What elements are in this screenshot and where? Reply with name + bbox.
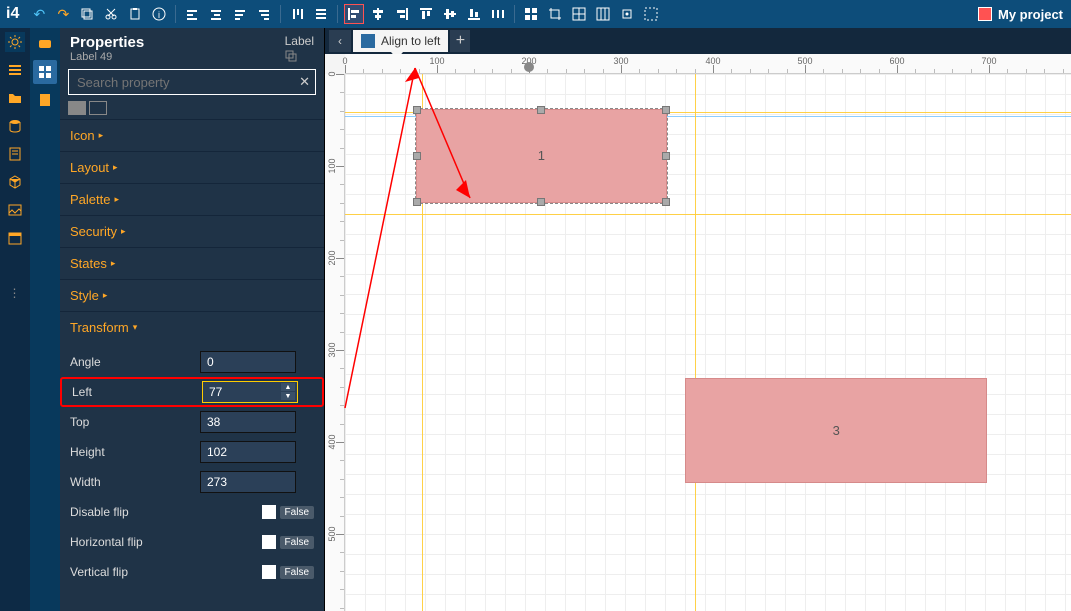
- search-clear-icon[interactable]: ✕: [299, 74, 310, 90]
- rail1-cube-icon[interactable]: [5, 172, 25, 192]
- disableflip-toggle[interactable]: False: [262, 505, 314, 519]
- vflip-label: Vertical flip: [70, 565, 200, 579]
- width-input[interactable]: [200, 471, 296, 493]
- rail1-more-icon[interactable]: ⋮: [9, 286, 22, 300]
- shape-label-1[interactable]: 1: [416, 109, 667, 203]
- align-top-button[interactable]: [416, 4, 436, 24]
- left-spin-up[interactable]: ▲: [281, 383, 295, 391]
- section-style[interactable]: Style▸: [60, 279, 324, 311]
- align-right-button[interactable]: [392, 4, 412, 24]
- project-badge[interactable]: My project: [978, 7, 1063, 22]
- copy-small-icon[interactable]: [285, 50, 297, 62]
- undo-button[interactable]: ↶: [29, 4, 49, 24]
- rail1-db-icon[interactable]: [5, 116, 25, 136]
- rail1-folder-icon[interactable]: [5, 88, 25, 108]
- section-transform[interactable]: Transform▾: [60, 311, 324, 343]
- angle-input[interactable]: [200, 351, 296, 373]
- top-input[interactable]: [200, 411, 296, 433]
- shape-3-text: 3: [833, 423, 840, 438]
- rail1-image-icon[interactable]: [5, 200, 25, 220]
- hflip-label: Horizontal flip: [70, 535, 200, 549]
- tooltip-align-left: Align to left: [353, 30, 448, 52]
- snap-icon[interactable]: [617, 4, 637, 24]
- resize-handle[interactable]: [662, 198, 670, 206]
- left-spin-down[interactable]: ▼: [281, 392, 295, 400]
- section-layout[interactable]: Layout▸: [60, 151, 324, 183]
- grid3-icon[interactable]: [593, 4, 613, 24]
- section-states[interactable]: States▸: [60, 247, 324, 279]
- align-bottom-button[interactable]: [464, 4, 484, 24]
- ruler-vertical: 0100200300400500: [325, 74, 345, 611]
- top-label: Top: [70, 415, 200, 429]
- tab-page-icon: [361, 34, 375, 48]
- arrange-3-icon[interactable]: [230, 4, 250, 24]
- panel-title: Properties: [70, 34, 144, 51]
- align-center-v-button[interactable]: [440, 4, 460, 24]
- section-icon[interactable]: Icon▸: [60, 119, 324, 151]
- valign-2-icon[interactable]: [311, 4, 331, 24]
- section-security[interactable]: Security▸: [60, 215, 324, 247]
- disableflip-label: Disable flip: [70, 505, 200, 519]
- distribute-h-button[interactable]: [488, 4, 508, 24]
- height-label: Height: [70, 445, 200, 459]
- align-left-button[interactable]: [344, 4, 364, 24]
- search-input[interactable]: [68, 69, 316, 95]
- arrange-4-icon[interactable]: [254, 4, 274, 24]
- svg-text:i: i: [158, 10, 160, 20]
- arrange-1-icon[interactable]: [182, 4, 202, 24]
- tooltip-label: Align to left: [381, 34, 440, 48]
- resize-handle[interactable]: [537, 198, 545, 206]
- align-center-h-button[interactable]: [368, 4, 388, 24]
- rail1-doc-icon[interactable]: [5, 144, 25, 164]
- rail2-tree-icon[interactable]: [33, 60, 57, 84]
- width-label: Width: [70, 475, 200, 489]
- rail1-list-icon[interactable]: [5, 60, 25, 80]
- grid2-icon[interactable]: [569, 4, 589, 24]
- height-input[interactable]: [200, 441, 296, 463]
- resize-handle[interactable]: [537, 106, 545, 114]
- hflip-toggle[interactable]: False: [262, 535, 314, 549]
- element-type: Label: [285, 34, 314, 48]
- shape-1-text: 1: [538, 148, 545, 163]
- tab-add-button[interactable]: +: [450, 30, 470, 52]
- project-icon: [978, 7, 992, 21]
- arrange-2-icon[interactable]: [206, 4, 226, 24]
- tab-back-button[interactable]: ‹: [329, 30, 351, 52]
- resize-handle[interactable]: [413, 152, 421, 160]
- canvas-workspace[interactable]: 1 3: [345, 74, 1071, 611]
- app-logo: i4: [6, 5, 19, 23]
- vflip-toggle[interactable]: False: [262, 565, 314, 579]
- left-label: Left: [72, 385, 202, 399]
- valign-1-icon[interactable]: [287, 4, 307, 24]
- resize-handle[interactable]: [413, 198, 421, 206]
- crop-icon[interactable]: [545, 4, 565, 24]
- angle-label: Angle: [70, 355, 200, 369]
- rail1-gear-icon[interactable]: [5, 32, 25, 52]
- project-label: My project: [998, 7, 1063, 22]
- bounds-icon[interactable]: [641, 4, 661, 24]
- copy-icon[interactable]: [77, 4, 97, 24]
- panel-subtitle: Label 49: [70, 51, 144, 63]
- clipboard-icon[interactable]: [125, 4, 145, 24]
- ruler-horizontal: 0100200300400500600700800: [345, 54, 1071, 74]
- view-list-icon[interactable]: [68, 101, 86, 115]
- rail2-palette-icon[interactable]: [33, 32, 57, 56]
- resize-handle[interactable]: [662, 106, 670, 114]
- resize-handle[interactable]: [413, 106, 421, 114]
- section-palette[interactable]: Palette▸: [60, 183, 324, 215]
- rail2-notes-icon[interactable]: [33, 88, 57, 112]
- view-grid-icon[interactable]: [89, 101, 107, 115]
- rail1-calendar-icon[interactable]: [5, 228, 25, 248]
- grid-icon[interactable]: [521, 4, 541, 24]
- redo-button[interactable]: ↷: [53, 4, 73, 24]
- cut-icon[interactable]: [101, 4, 121, 24]
- resize-handle[interactable]: [662, 152, 670, 160]
- info-icon[interactable]: i: [149, 4, 169, 24]
- shape-label-3[interactable]: 3: [685, 378, 987, 484]
